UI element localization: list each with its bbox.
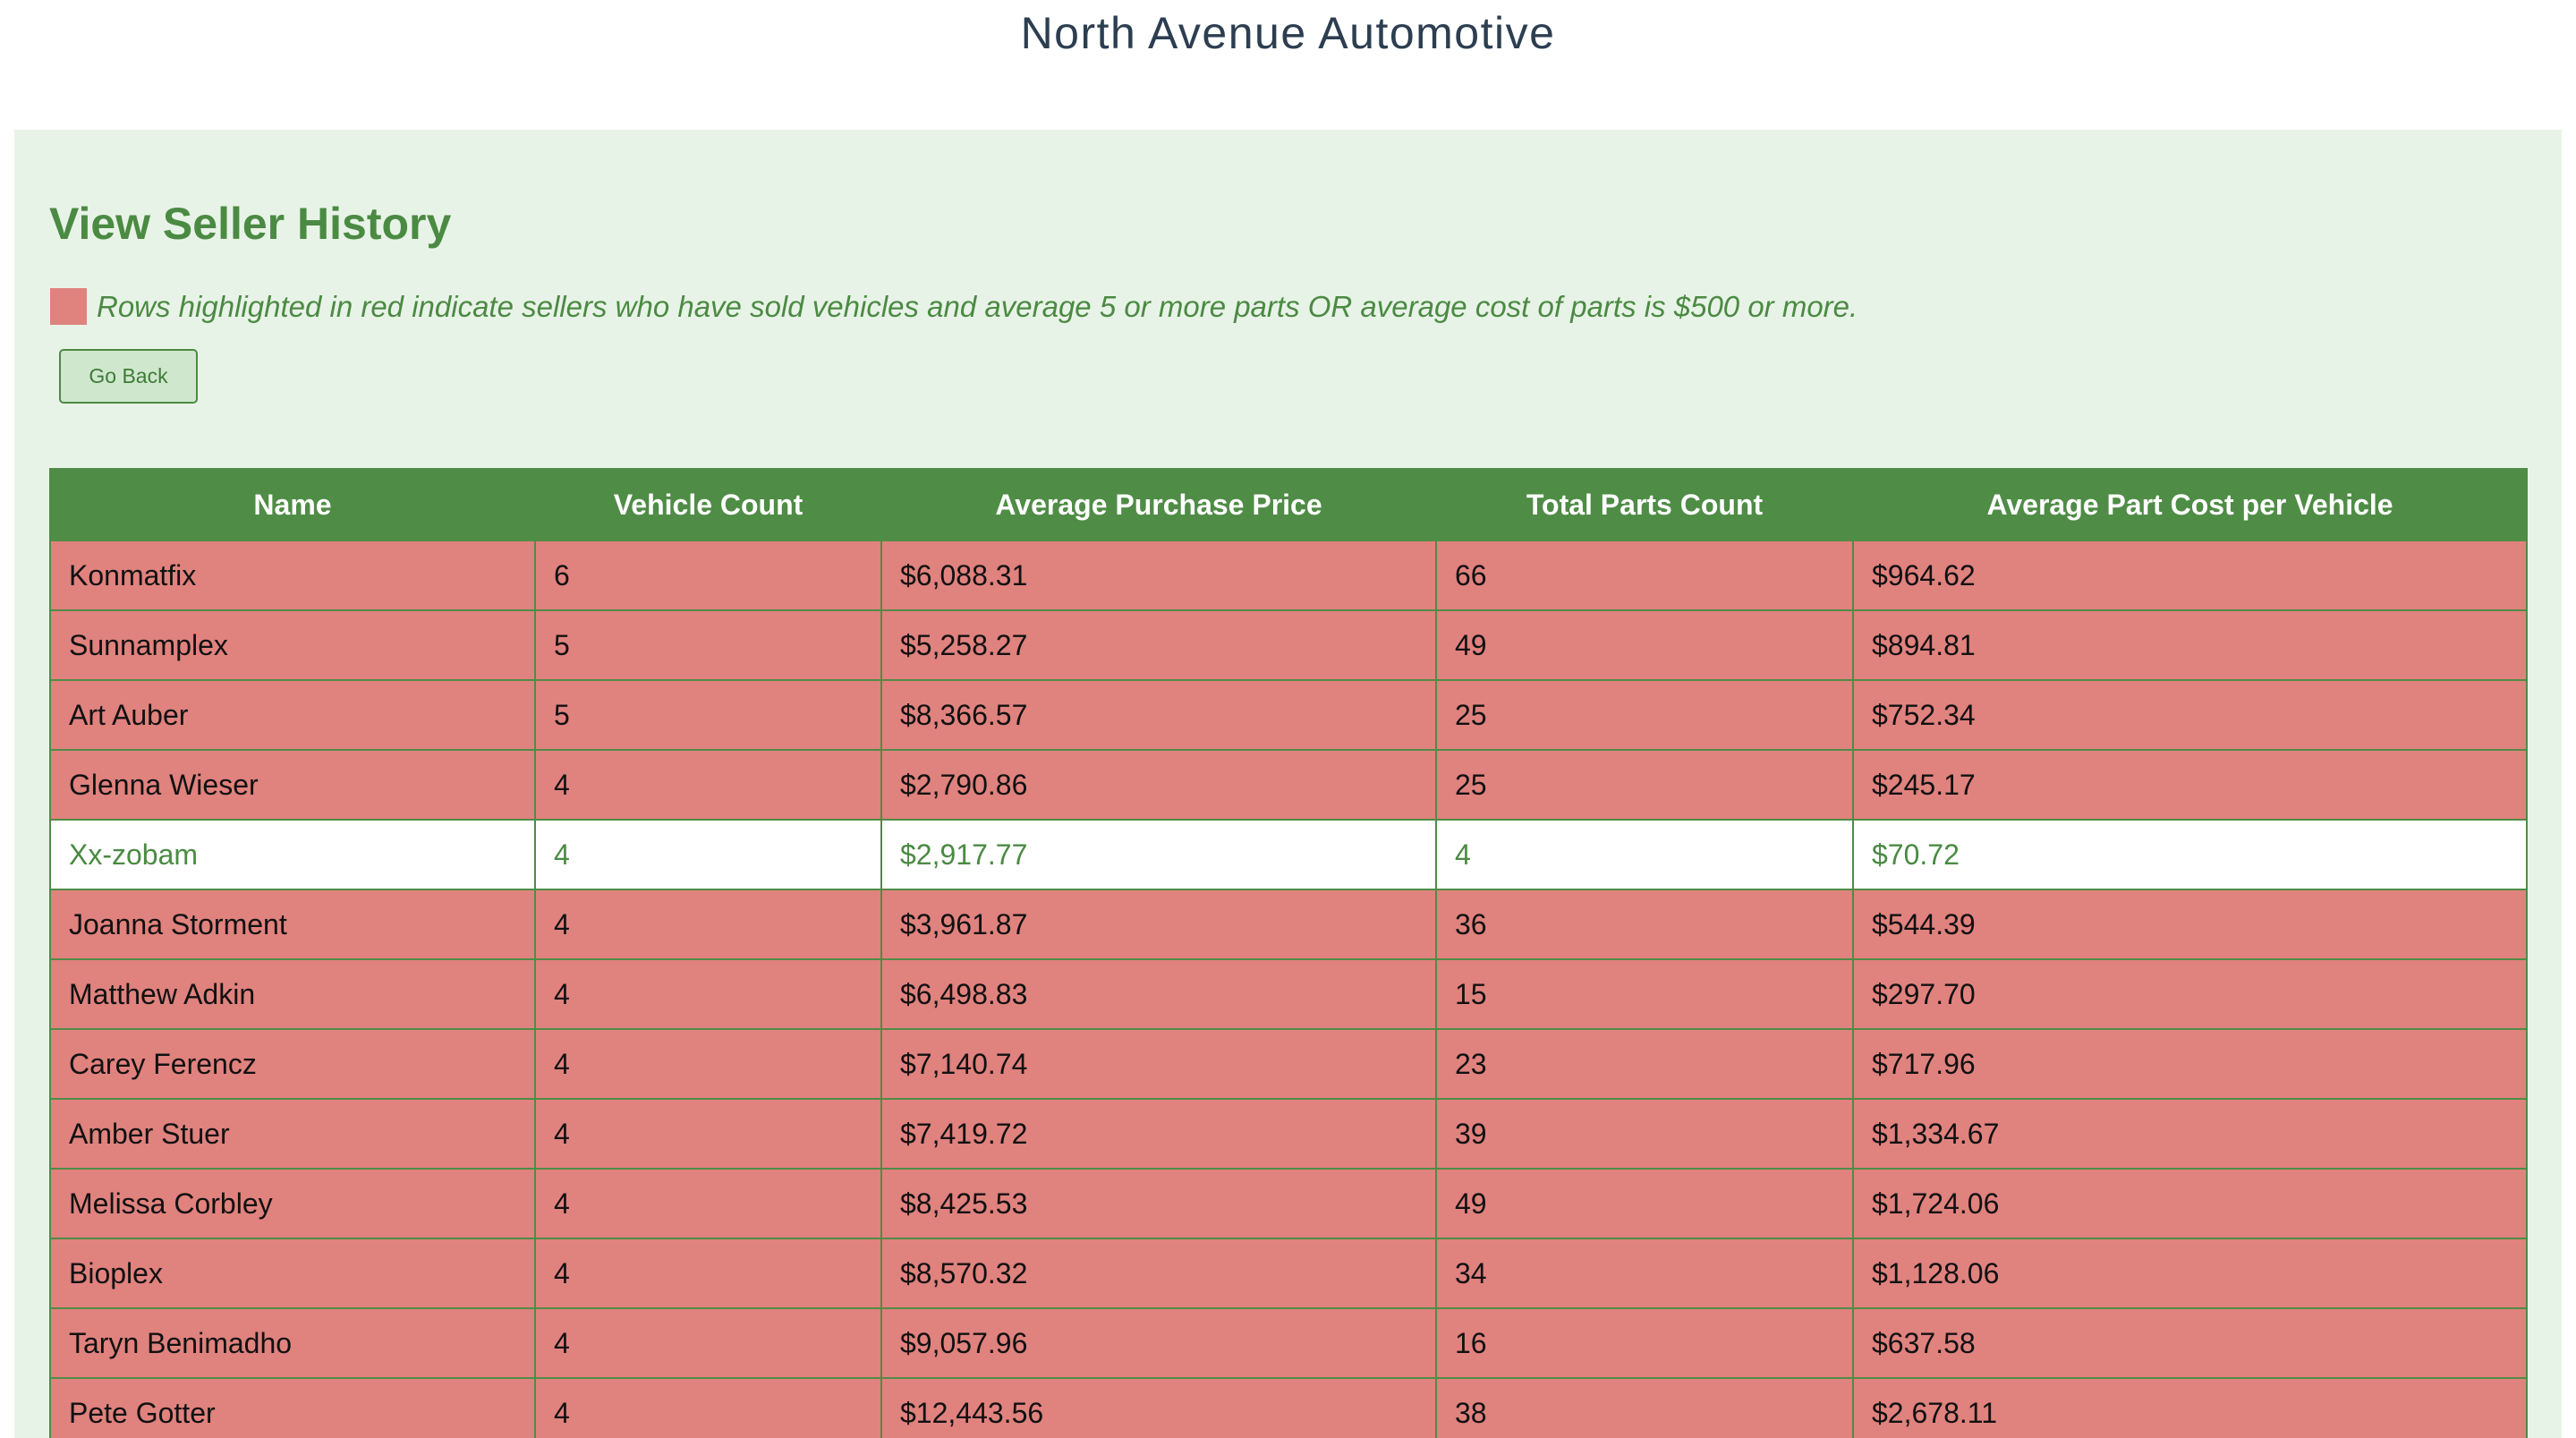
average-purchase-price-cell: $12,443.56 (880, 1377, 1437, 1438)
average-purchase-price-cell: $8,570.32 (880, 1238, 1437, 1309)
table-row: Taryn Benimadho 4 $9,057.96 16 $637.58 (49, 1307, 2528, 1379)
seller-name-cell: Pete Gotter (49, 1377, 536, 1438)
seller-name-cell: Taryn Benimadho (49, 1307, 536, 1379)
seller-name-cell: Sunnamplex (49, 609, 536, 681)
average-part-cost-cell: $1,724.06 (1852, 1168, 2528, 1239)
seller-name-cell: Matthew Adkin (49, 958, 536, 1030)
site-title: North Avenue Automotive (1020, 8, 1556, 58)
table-row: Carey Ferencz 4 $7,140.74 23 $717.96 (49, 1028, 2528, 1100)
vehicle-count-cell: 5 (534, 609, 882, 681)
average-purchase-price-cell: $9,057.96 (880, 1307, 1437, 1379)
seller-name-cell: Melissa Corbley (49, 1168, 536, 1239)
total-parts-count-cell: 49 (1435, 1168, 1854, 1239)
average-part-cost-cell: $544.39 (1852, 889, 2528, 960)
seller-name-cell: Joanna Storment (49, 889, 536, 960)
table-row: Konmatfix 6 $6,088.31 66 $964.62 (49, 540, 2528, 611)
average-purchase-price-cell: $8,425.53 (880, 1168, 1437, 1239)
table-row: Amber Stuer 4 $7,419.72 39 $1,334.67 (49, 1098, 2528, 1170)
vehicle-count-cell: 6 (534, 540, 882, 611)
seller-name-cell: Konmatfix (49, 540, 536, 611)
seller-name-cell: Carey Ferencz (49, 1028, 536, 1100)
average-part-cost-cell: $297.70 (1852, 958, 2528, 1030)
average-purchase-price-cell: $7,140.74 (880, 1028, 1437, 1100)
vehicle-count-cell: 4 (534, 1098, 882, 1170)
table-row: Glenna Wieser 4 $2,790.86 25 $245.17 (49, 749, 2528, 821)
average-purchase-price-cell: $2,917.77 (880, 819, 1437, 890)
column-header-name: Name (49, 468, 536, 541)
go-back-button[interactable]: Go Back (59, 349, 198, 404)
total-parts-count-cell: 36 (1435, 889, 1854, 960)
average-part-cost-cell: $2,678.11 (1852, 1377, 2528, 1438)
seller-name-cell: Xx-zobam (49, 819, 536, 890)
average-part-cost-cell: $964.62 (1852, 540, 2528, 611)
average-part-cost-cell: $752.34 (1852, 679, 2528, 751)
average-part-cost-cell: $245.17 (1852, 749, 2528, 821)
average-purchase-price-cell: $5,258.27 (880, 609, 1437, 681)
table-row: Pete Gotter 4 $12,443.56 38 $2,678.11 (49, 1377, 2528, 1438)
vehicle-count-cell: 4 (534, 1028, 882, 1100)
average-part-cost-cell: $637.58 (1852, 1307, 2528, 1379)
vehicle-count-cell: 4 (534, 1307, 882, 1379)
average-purchase-price-cell: $2,790.86 (880, 749, 1437, 821)
vehicle-count-cell: 4 (534, 819, 882, 890)
average-part-cost-cell: $1,128.06 (1852, 1238, 2528, 1309)
vehicle-count-cell: 4 (534, 749, 882, 821)
average-purchase-price-cell: $3,961.87 (880, 889, 1437, 960)
table-header-row: Name Vehicle Count Average Purchase Pric… (49, 468, 2528, 541)
table-row: Art Auber 5 $8,366.57 25 $752.34 (49, 679, 2528, 751)
total-parts-count-cell: 15 (1435, 958, 1854, 1030)
total-parts-count-cell: 49 (1435, 609, 1854, 681)
seller-name-cell: Art Auber (49, 679, 536, 751)
seller-history-panel: View Seller History Rows highlighted in … (14, 130, 2562, 1438)
table-row: Bioplex 4 $8,570.32 34 $1,128.06 (49, 1238, 2528, 1309)
vehicle-count-cell: 4 (534, 1168, 882, 1239)
seller-history-table: Name Vehicle Count Average Purchase Pric… (49, 468, 2528, 1438)
table-row: Joanna Storment 4 $3,961.87 36 $544.39 (49, 889, 2528, 960)
total-parts-count-cell: 23 (1435, 1028, 1854, 1100)
seller-name-cell: Amber Stuer (49, 1098, 536, 1170)
total-parts-count-cell: 66 (1435, 540, 1854, 611)
average-purchase-price-cell: $8,366.57 (880, 679, 1437, 751)
column-header-total-parts-count: Total Parts Count (1435, 468, 1854, 541)
vehicle-count-cell: 4 (534, 889, 882, 960)
total-parts-count-cell: 38 (1435, 1377, 1854, 1438)
average-part-cost-cell: $894.81 (1852, 609, 2528, 681)
total-parts-count-cell: 16 (1435, 1307, 1854, 1379)
vehicle-count-cell: 5 (534, 679, 882, 751)
average-part-cost-cell: $70.72 (1852, 819, 2528, 890)
seller-name-cell: Glenna Wieser (49, 749, 536, 821)
vehicle-count-cell: 4 (534, 958, 882, 1030)
seller-name-cell: Bioplex (49, 1238, 536, 1309)
total-parts-count-cell: 25 (1435, 679, 1854, 751)
total-parts-count-cell: 39 (1435, 1098, 1854, 1170)
column-header-average-part-cost: Average Part Cost per Vehicle (1852, 468, 2528, 541)
column-header-average-purchase-price: Average Purchase Price (880, 468, 1437, 541)
page-heading: View Seller History (49, 199, 452, 249)
vehicle-count-cell: 4 (534, 1238, 882, 1309)
table-row: Melissa Corbley 4 $8,425.53 49 $1,724.06 (49, 1168, 2528, 1239)
total-parts-count-cell: 4 (1435, 819, 1854, 890)
total-parts-count-cell: 34 (1435, 1238, 1854, 1309)
average-part-cost-cell: $1,334.67 (1852, 1098, 2528, 1170)
highlight-legend: Rows highlighted in red indicate sellers… (50, 288, 1858, 325)
average-purchase-price-cell: $6,498.83 (880, 958, 1437, 1030)
table-row: Sunnamplex 5 $5,258.27 49 $894.81 (49, 609, 2528, 681)
average-part-cost-cell: $717.96 (1852, 1028, 2528, 1100)
legend-text: Rows highlighted in red indicate sellers… (97, 289, 1858, 323)
table-row: Matthew Adkin 4 $6,498.83 15 $297.70 (49, 958, 2528, 1030)
total-parts-count-cell: 25 (1435, 749, 1854, 821)
table-row: Xx-zobam 4 $2,917.77 4 $70.72 (49, 819, 2528, 890)
column-header-vehicle-count: Vehicle Count (534, 468, 882, 541)
vehicle-count-cell: 4 (534, 1377, 882, 1438)
average-purchase-price-cell: $7,419.72 (880, 1098, 1437, 1170)
average-purchase-price-cell: $6,088.31 (880, 540, 1437, 611)
table-body: Konmatfix 6 $6,088.31 66 $964.62 Sunnamp… (49, 540, 2528, 1438)
red-highlight-swatch (50, 288, 87, 325)
